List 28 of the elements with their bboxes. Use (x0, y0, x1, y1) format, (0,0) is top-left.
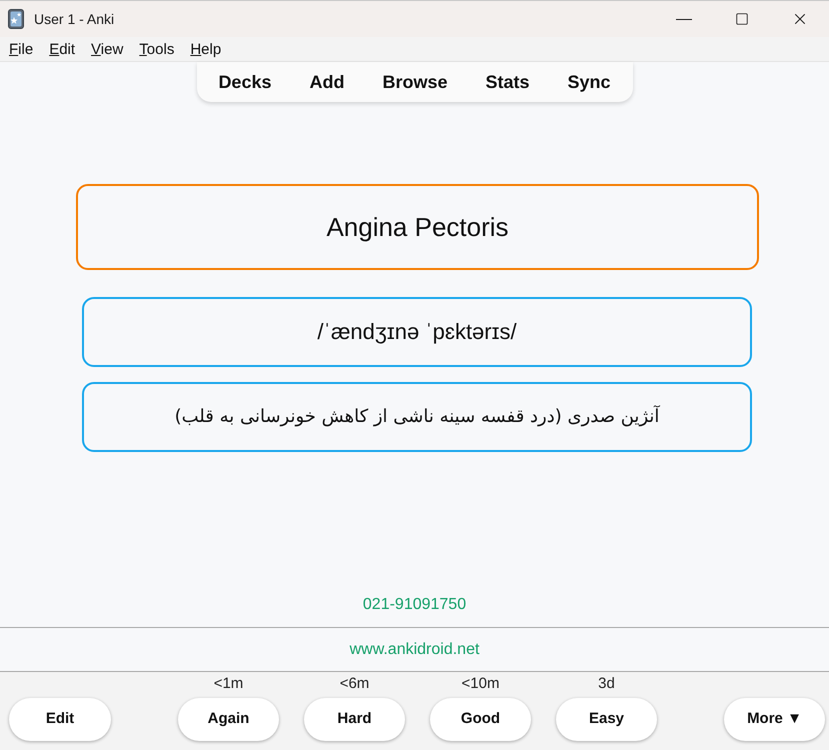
field-text: /ˈændʒɪnə ˈpɛktərɪs/ (317, 318, 517, 346)
field-text: Angina Pectoris (326, 210, 509, 244)
more-button[interactable]: More ▼ (724, 698, 825, 741)
answer-button[interactable]: Easy (556, 698, 657, 741)
minimize-icon (676, 18, 692, 20)
edit-button[interactable]: Edit (9, 698, 111, 741)
menu-item[interactable]: Help (182, 42, 230, 56)
app-icon (8, 9, 24, 29)
window-title: User 1 - Anki (34, 10, 114, 28)
maximize-icon (735, 12, 749, 26)
interval-label: <10m (462, 675, 500, 693)
toolbar-link[interactable]: Stats (486, 68, 530, 96)
answer-button[interactable]: Hard (304, 698, 405, 741)
answer-button[interactable]: Again (178, 698, 279, 741)
menu-item[interactable]: File (1, 42, 42, 56)
phone-number: 021-91091750 (362, 595, 466, 615)
toolbar-link[interactable]: Browse (382, 68, 448, 96)
interval-label: <1m (214, 675, 244, 693)
toolbar-link[interactable]: Add (309, 68, 344, 96)
answer-button[interactable]: Good (430, 698, 531, 741)
menu-item[interactable]: Edit (41, 42, 84, 56)
interval-label: <6m (340, 675, 370, 693)
menu-item[interactable]: Tools (131, 42, 182, 56)
field-text: آنژین صدری (درد قفسه سینه ناشی از کاهش خونرسانی به قلب) (174, 406, 660, 428)
toolbar-link[interactable]: Sync (568, 68, 611, 96)
menu-item[interactable]: View (83, 42, 132, 56)
interval-label: 3d (598, 675, 615, 693)
toolbar-link[interactable]: Decks (218, 68, 272, 96)
